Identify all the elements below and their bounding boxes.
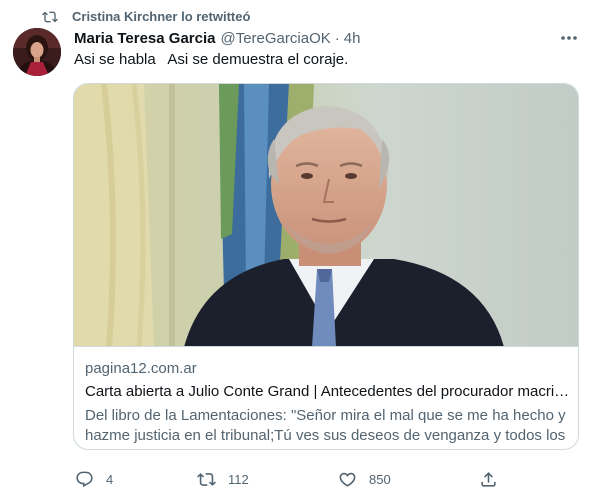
- reply-button[interactable]: 4: [75, 466, 113, 492]
- more-icon[interactable]: [560, 34, 578, 42]
- link-card[interactable]: pagina12.com.ar Carta abierta a Julio Co…: [73, 83, 579, 450]
- tweet-header: Maria Teresa Garcia @TereGarciaOK · 4h: [74, 28, 360, 48]
- retweet-icon: [42, 11, 58, 23]
- like-count: 850: [369, 471, 391, 487]
- link-card-image: [74, 84, 578, 347]
- author-handle[interactable]: @TereGarciaOK: [220, 30, 330, 47]
- tweet-timestamp[interactable]: 4h: [344, 30, 361, 47]
- tweet[interactable]: Cristina Kirchner lo retwitteó Maria Ter…: [0, 0, 594, 503]
- share-button[interactable]: [479, 466, 498, 492]
- retweet-icon: [197, 472, 216, 486]
- link-card-description: Del libro de la Lamentaciones: "Señor mi…: [85, 407, 566, 444]
- link-card-domain: pagina12.com.ar: [85, 360, 197, 377]
- reply-icon: [76, 471, 93, 487]
- like-icon: [339, 472, 356, 487]
- tweet-text: Asi se habla Asi se demuestra el coraje.: [74, 51, 349, 68]
- retweeted-by-label: Cristina Kirchner lo retwitteó: [72, 9, 251, 24]
- retweet-button[interactable]: 112: [197, 466, 249, 492]
- share-icon: [481, 471, 496, 487]
- action-bar: 4 112 850: [73, 466, 513, 492]
- reply-count: 4: [106, 471, 114, 487]
- author-name[interactable]: Maria Teresa Garcia: [74, 30, 215, 47]
- link-card-title: Carta abierta a Julio Conte Grand | Ante…: [85, 383, 570, 400]
- retweet-count: 112: [228, 471, 249, 487]
- separator-dot: ·: [334, 29, 340, 47]
- like-button[interactable]: 850: [338, 466, 391, 492]
- avatar[interactable]: [13, 28, 61, 76]
